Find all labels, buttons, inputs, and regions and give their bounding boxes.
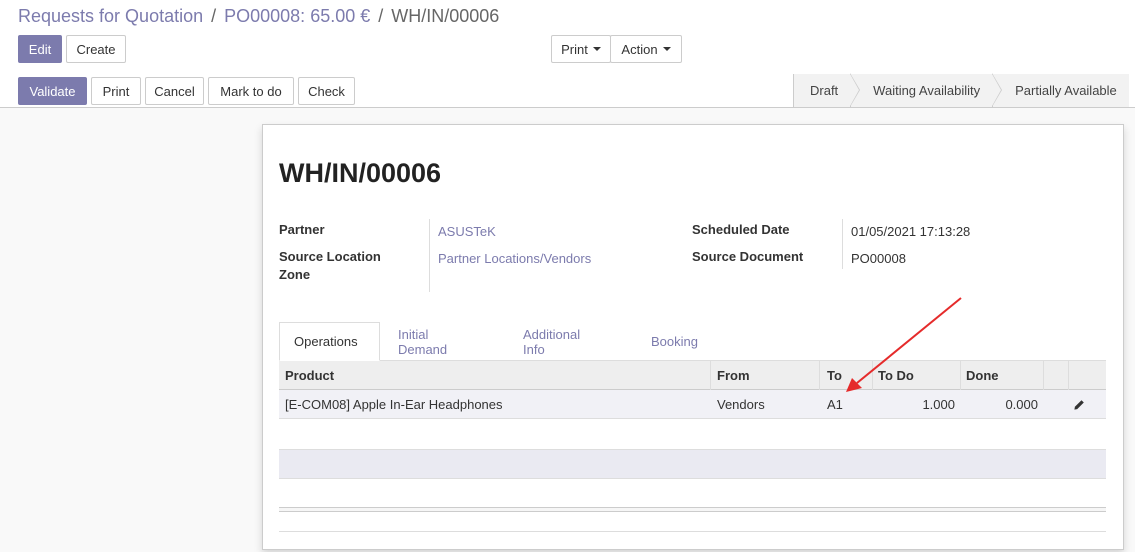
cell-done: 0.000: [1005, 397, 1038, 412]
control-panel: Requests for Quotation / PO00008: 65.00 € /…: [0, 0, 1135, 75]
action-dropdown[interactable]: Action: [610, 35, 682, 63]
column-product[interactable]: Product: [285, 361, 334, 390]
record-title: WH/IN/00006: [279, 158, 442, 188]
scheduled-date-label: Scheduled Date: [692, 222, 790, 237]
cell-to: A1: [827, 397, 843, 412]
breadcrumb-separator: /: [378, 6, 384, 26]
breadcrumb-po-link[interactable]: PO00008: 65.00 €: [224, 6, 370, 26]
cell-from: Vendors: [717, 397, 765, 412]
breadcrumb: Requests for Quotation / PO00008: 65.00 € /…: [18, 6, 499, 27]
column-from[interactable]: From: [717, 361, 750, 390]
breadcrumb-current: WH/IN/00006: [391, 6, 500, 26]
source-location-label: Source Location Zone: [279, 249, 381, 282]
table-header: Product From To To Do Done: [279, 361, 1106, 390]
stage-statusbar: Draft Waiting Availability Partially Ava…: [793, 73, 1129, 107]
tab-initial-demand[interactable]: Initial Demand: [398, 322, 447, 361]
empty-row: [279, 449, 1106, 479]
status-label: Partially Available: [1015, 83, 1117, 98]
scheduled-date-value: 01/05/2021 17:13:28: [851, 224, 971, 239]
mark-to-do-button[interactable]: Mark to do: [208, 77, 294, 105]
tab-booking[interactable]: Booking: [651, 322, 698, 361]
status-partially-available[interactable]: Partially Available: [992, 74, 1129, 107]
form-sheet: WH/IN/00006 Partner ASUSTeK Source Locat…: [262, 124, 1124, 550]
column-to-do[interactable]: To Do: [878, 361, 914, 390]
source-document-label: Source Document: [692, 249, 804, 264]
table-bottom-border: [279, 531, 1106, 532]
tab-additional-info[interactable]: Additional Info: [523, 322, 580, 361]
cell-product: [E-COM08] Apple In-Ear Headphones: [285, 397, 503, 412]
table-footer: [279, 507, 1106, 512]
source-location-link[interactable]: Partner Locations/Vendors: [438, 251, 591, 266]
source-document-value: PO00008: [851, 251, 906, 266]
partner-link[interactable]: ASUSTeK: [438, 224, 496, 239]
field-divider: [429, 219, 430, 292]
status-label: Draft: [810, 83, 839, 98]
cell-to-do: 1.000: [922, 397, 955, 412]
pencil-icon[interactable]: [1069, 390, 1089, 419]
print-dropdown-label: Print: [561, 41, 588, 57]
check-button[interactable]: Check: [298, 77, 355, 105]
create-button[interactable]: Create: [66, 35, 126, 63]
caret-down-icon: [592, 47, 601, 51]
column-done[interactable]: Done: [966, 361, 999, 390]
caret-down-icon: [662, 47, 671, 51]
print-dropdown[interactable]: Print: [551, 35, 611, 63]
print-button[interactable]: Print: [91, 77, 141, 105]
partner-label: Partner: [279, 222, 325, 237]
table-row[interactable]: [E-COM08] Apple In-Ear Headphones Vendor…: [279, 390, 1106, 419]
field-divider: [842, 219, 843, 269]
status-waiting-availability[interactable]: Waiting Availability: [850, 73, 1003, 107]
cancel-button[interactable]: Cancel: [145, 77, 204, 105]
validate-button[interactable]: Validate: [18, 77, 87, 105]
breadcrumb-rfq-link[interactable]: Requests for Quotation: [18, 6, 203, 26]
column-to[interactable]: To: [827, 361, 842, 390]
status-label: Waiting Availability: [873, 83, 981, 98]
breadcrumb-separator: /: [211, 6, 217, 26]
action-dropdown-label: Action: [621, 41, 658, 57]
tab-operations[interactable]: Operations: [279, 322, 380, 361]
edit-button[interactable]: Edit: [18, 35, 62, 63]
status-draft[interactable]: Draft: [793, 73, 861, 107]
